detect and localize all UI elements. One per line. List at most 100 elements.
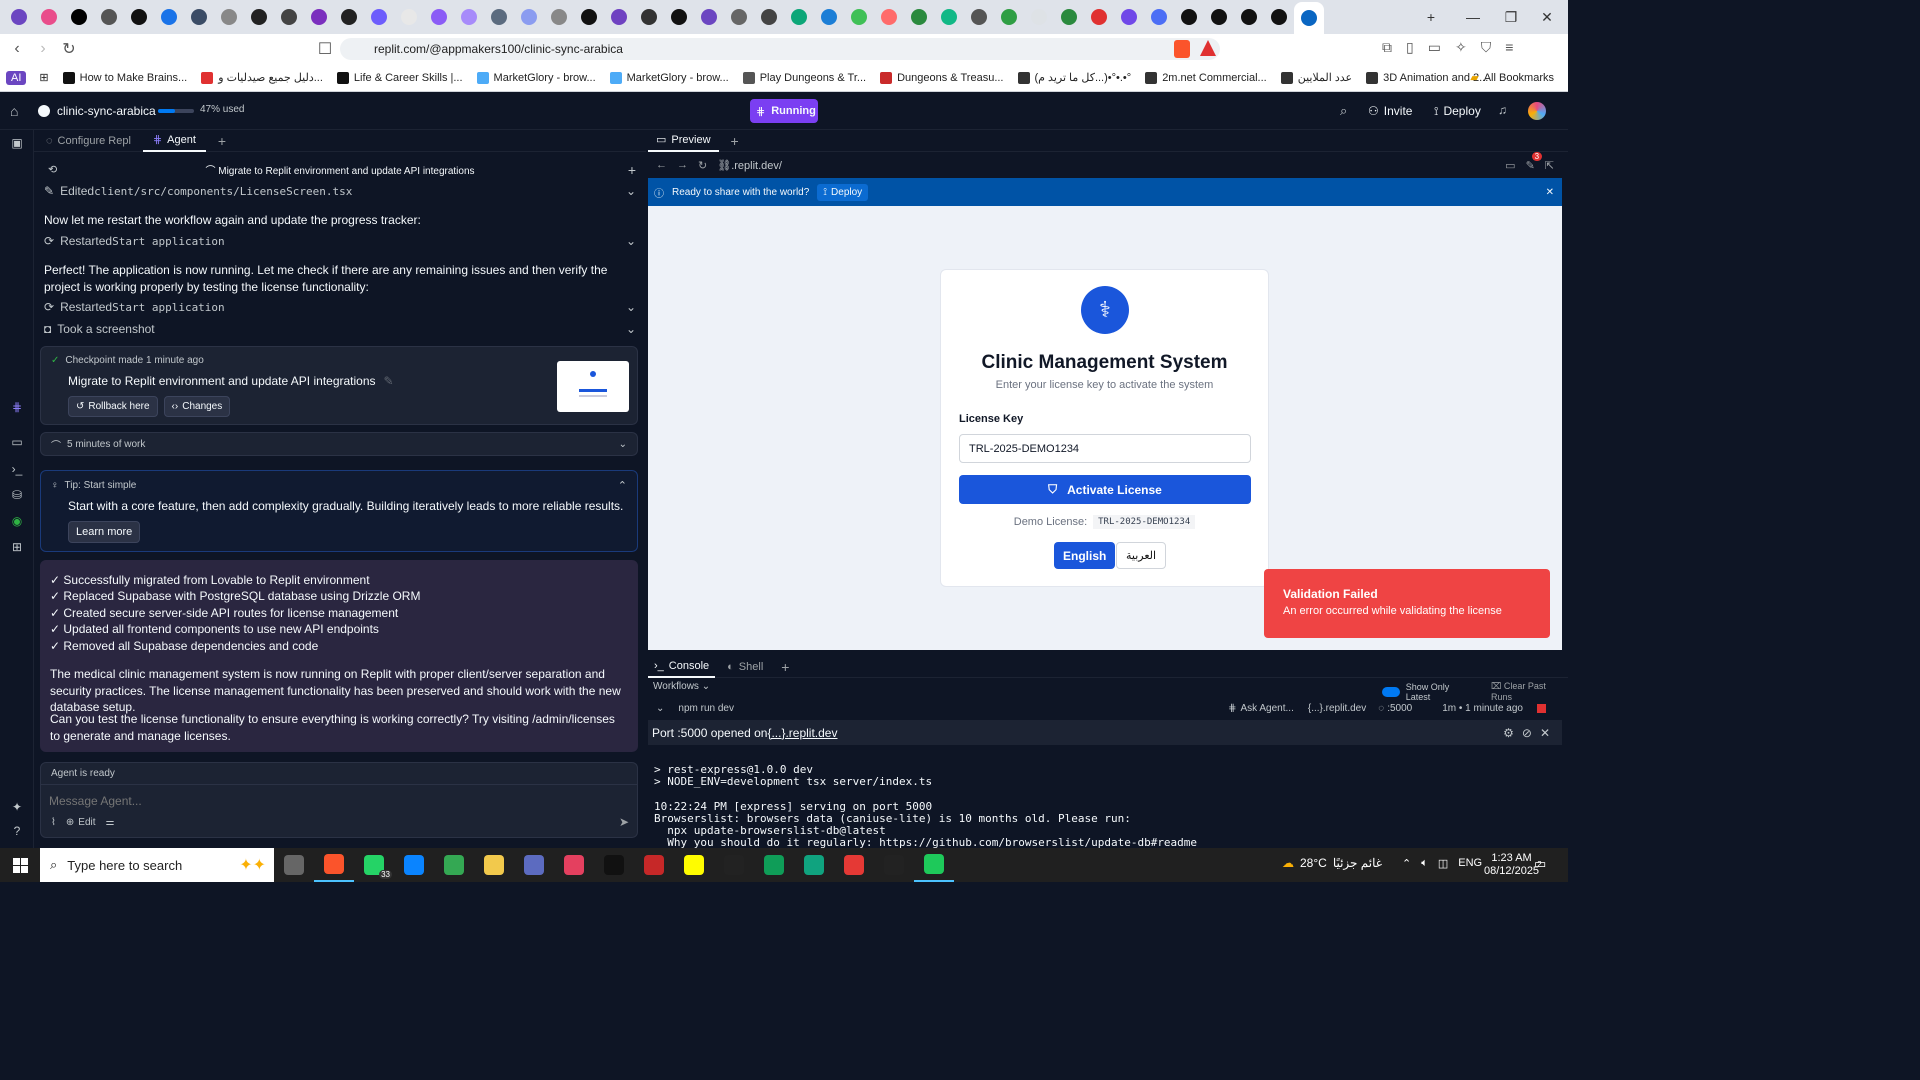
acrobat-icon[interactable] [634, 848, 674, 882]
pencil-icon[interactable]: ✎ [384, 374, 394, 388]
browser-tab[interactable] [1054, 3, 1084, 31]
chevron-down-icon[interactable]: ⌄ [626, 184, 636, 198]
browser-tab[interactable] [1084, 3, 1114, 31]
browser-tab[interactable] [964, 3, 994, 31]
browser-tab[interactable] [844, 3, 874, 31]
history-icon[interactable]: ⟲ [48, 163, 57, 176]
forward-icon[interactable]: → [677, 159, 688, 171]
browser-tab[interactable] [634, 3, 664, 31]
browser-tab[interactable] [64, 3, 94, 31]
browser-icon[interactable] [754, 848, 794, 882]
add-tab-icon[interactable]: + [206, 133, 238, 149]
browser-tab[interactable] [544, 3, 574, 31]
browser-tab[interactable] [394, 3, 424, 31]
edited-row[interactable]: ✎ Edited client/src/components/LicenseScr… [44, 184, 636, 198]
browser-tab[interactable] [424, 3, 454, 31]
brave-shield-icon[interactable] [1174, 40, 1190, 58]
browser-tab[interactable] [334, 3, 364, 31]
restarted-row[interactable]: ⟳ Restarted Start application ⌄ [44, 300, 636, 314]
open-external-icon[interactable]: ⇱ [1545, 159, 1554, 172]
new-thread-icon[interactable]: + [628, 162, 636, 178]
invite-button[interactable]: ⚇ Invite [1368, 104, 1412, 118]
windows-start-icon[interactable] [0, 848, 40, 882]
bookmark-item[interactable]: دليل جميع صيدليات و... [201, 71, 323, 84]
browser-tab[interactable] [1264, 3, 1294, 31]
sparkle-icon[interactable]: ✦ [8, 798, 26, 816]
search-icon[interactable]: ⌕ [1340, 103, 1347, 119]
brave-rewards-icon[interactable] [1200, 40, 1216, 56]
browser-tab[interactable] [484, 3, 514, 31]
browser-tab[interactable] [514, 3, 544, 31]
tab-preview[interactable]: ▭ Preview [648, 130, 719, 152]
browser-tab[interactable] [814, 3, 844, 31]
browser-tab[interactable] [304, 3, 334, 31]
extensions-icon[interactable]: ⧉ [1382, 39, 1392, 56]
browser-tab[interactable] [274, 3, 304, 31]
preview-icon[interactable]: ▭ [8, 433, 26, 451]
add-tab-icon[interactable]: + [719, 133, 751, 149]
stop-icon[interactable] [1537, 703, 1546, 713]
terminal-icon[interactable] [914, 848, 954, 882]
browser-tab[interactable] [1204, 3, 1234, 31]
error-toast[interactable]: Validation Failed An error occurred whil… [1264, 569, 1550, 638]
message-input[interactable] [49, 791, 609, 811]
apps-icon[interactable]: ⊞ [39, 71, 48, 84]
gear-icon[interactable]: ⚙ [1503, 726, 1514, 740]
browser-tab[interactable] [604, 3, 634, 31]
adobe-icon[interactable] [714, 848, 754, 882]
browser-tab[interactable] [184, 3, 214, 31]
lang-english-button[interactable]: English [1054, 542, 1116, 569]
deploy-button[interactable]: ⟟ Deploy [1434, 104, 1481, 119]
attach-icon[interactable]: ⌇ [51, 817, 56, 828]
all-bookmarks[interactable]: ▰ All Bookmarks [1470, 71, 1554, 85]
browser-tab[interactable] [574, 3, 604, 31]
tab-shell[interactable]: ◐ Shell [715, 661, 775, 673]
browser-tab[interactable] [1174, 3, 1204, 31]
browser-tab[interactable] [904, 3, 934, 31]
bookmark-item[interactable]: Life & Career Skills |... [336, 71, 463, 84]
browser-tab[interactable] [214, 3, 244, 31]
tab-configure-repl[interactable]: ◌ Configure Repl [34, 135, 143, 147]
browser-tab[interactable] [994, 3, 1024, 31]
chrome-icon[interactable] [434, 848, 474, 882]
tab-agent[interactable]: ⋕ Agent [142, 130, 206, 152]
edit-mode-button[interactable]: ⊕ Edit [66, 817, 96, 828]
browser-tab[interactable] [1294, 2, 1324, 34]
browser-tab[interactable] [724, 3, 754, 31]
activate-button[interactable]: ⛉ Activate License [959, 475, 1251, 504]
work-duration-row[interactable]: ⌒ 5 minutes of work ⌄ [40, 432, 638, 456]
language-indicator[interactable]: ENG [1458, 857, 1482, 870]
browser-tab[interactable] [1144, 3, 1174, 31]
license-input[interactable] [959, 434, 1251, 463]
bookmark-item[interactable]: Dungeons & Treasu... [880, 71, 1004, 84]
weather-widget[interactable]: ☁ 28°C غائم جزئيًا [1282, 856, 1382, 870]
whatsapp-icon[interactable]: 33 [354, 848, 394, 882]
apps-icon[interactable]: ⊞ [8, 538, 26, 556]
inspect-icon[interactable]: ✎ 3 [1526, 151, 1543, 172]
close-window-button[interactable]: ✕ [1524, 0, 1570, 34]
home-icon[interactable]: ⌂ [10, 103, 18, 119]
banner-deploy-button[interactable]: ⟟ Deploy [817, 183, 869, 201]
bookmark-item[interactable]: MarketGlory - brow... [476, 71, 596, 84]
settings-sliders-icon[interactable]: ⚌ [106, 817, 115, 828]
browser-tab[interactable] [1114, 3, 1144, 31]
leo-icon[interactable]: ✧ [1455, 39, 1467, 56]
brave-icon[interactable] [314, 848, 354, 882]
close-icon[interactable]: ✕ [1540, 726, 1550, 740]
learn-more-button[interactable]: Learn more [68, 521, 141, 543]
clock[interactable]: 1:23 AM 08/12/2025 [1484, 852, 1539, 878]
preview-url[interactable]: ⛓.replit.dev/ [717, 159, 782, 172]
console-icon[interactable]: ›_ [8, 460, 26, 478]
bookmark-item[interactable]: (كل ما تريد م...)•°•.•° [1017, 71, 1131, 84]
app-icon[interactable] [834, 848, 874, 882]
browser-tab[interactable] [784, 3, 814, 31]
url-field[interactable]: replit.com/@appmakers100/clinic-sync-ara… [340, 38, 1220, 60]
browser-tab[interactable] [154, 3, 184, 31]
database-icon[interactable]: ⛁ [8, 486, 26, 504]
eye-off-icon[interactable]: ⊘ [1522, 726, 1532, 740]
changes-button[interactable]: ‹› Changes [163, 396, 231, 417]
back-icon[interactable]: ‹ [4, 36, 30, 62]
edge-icon[interactable] [394, 848, 434, 882]
browser-tab[interactable] [4, 3, 34, 31]
domain-link[interactable]: {...}.replit.dev [1308, 703, 1366, 714]
